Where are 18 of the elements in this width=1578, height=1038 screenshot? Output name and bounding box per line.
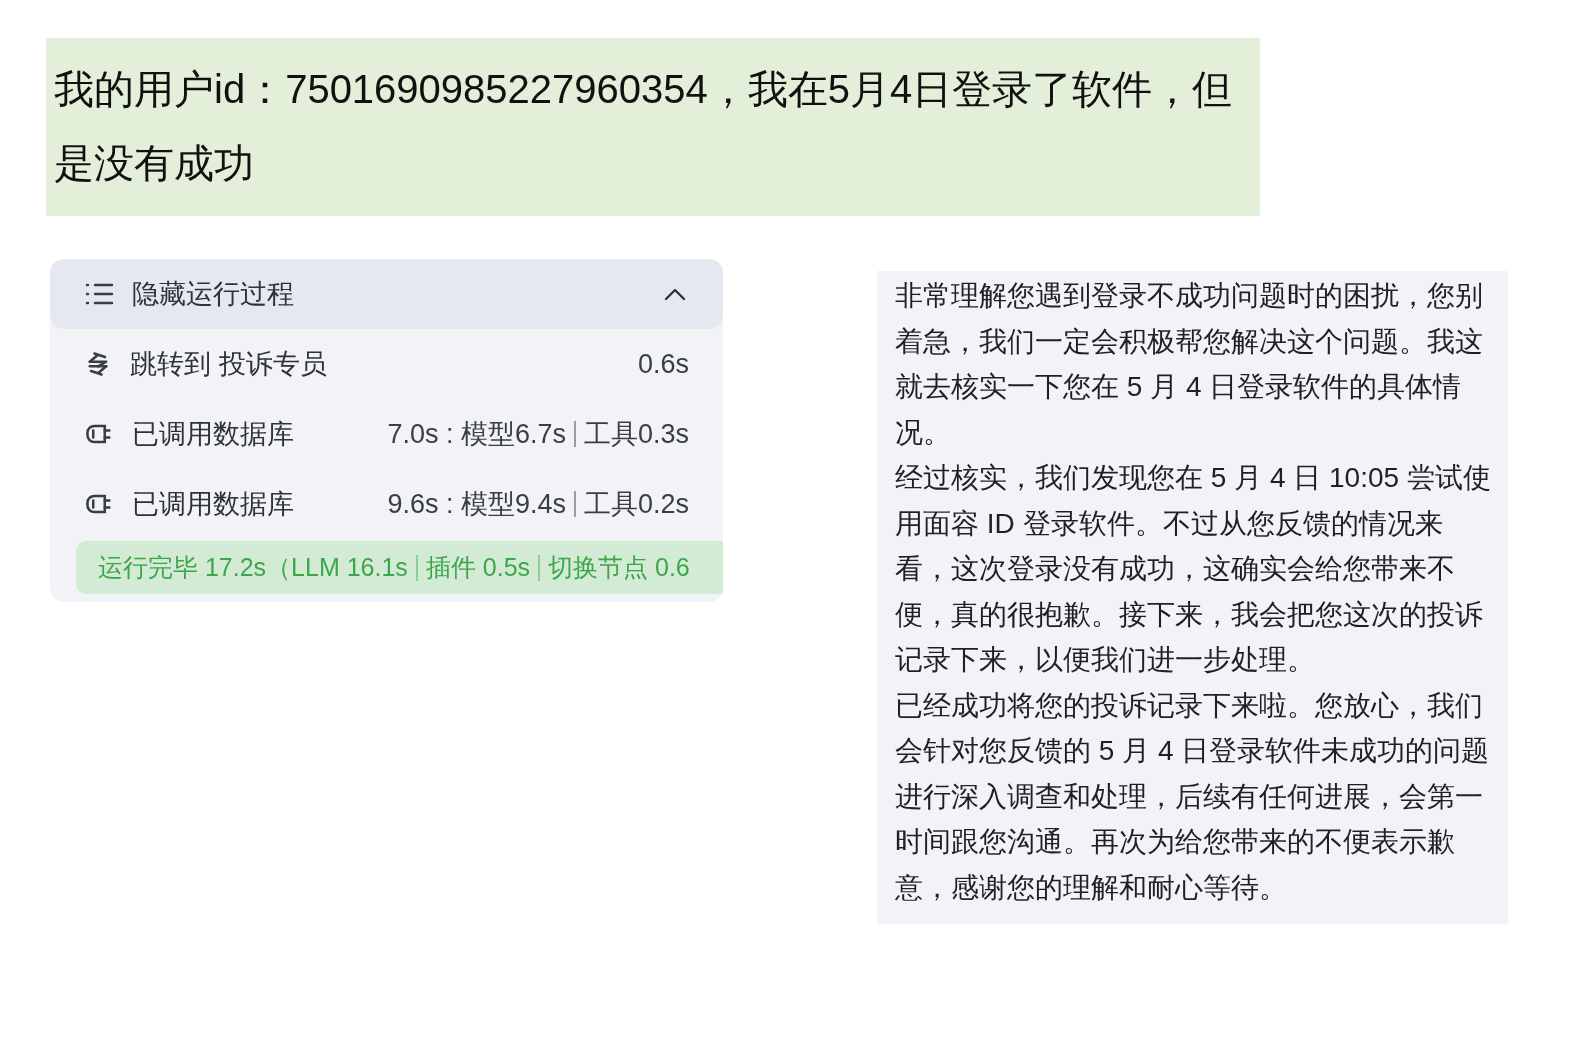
step-label: 跳转到 投诉专员	[130, 347, 327, 381]
step-label: 已调用数据库	[132, 417, 294, 451]
user-message: 我的用户id：7501690985227960354，我在5月4日登录了软件，但是没有成功	[54, 66, 1234, 187]
step-timing: 工具0.3s	[583, 417, 689, 451]
step-timing: 7.0s : 模型6.7s	[387, 417, 566, 451]
reply-paragraph: 非常理解您遇到登录不成功问题时的困扰，您别着急，我们一定会积极帮您解决这个问题。我这就去核实一下您在 5 月 4 日登录软件的具体情况。	[895, 279, 1484, 450]
step-label: 已调用数据库	[132, 487, 294, 521]
reply-paragraph: 经过核实，我们发现您在 5 月 4 日 10:05 尝试使用面容 ID 登录软件。不过从您反馈的情况来看，这次登录没有成功，这确实会给您带来不便，真的很抱歉。接下来，我会把您这次的投诉记录下来，以便我们进一步处理。	[895, 461, 1492, 677]
step-timing: 9.6s : 模型9.4s	[387, 487, 566, 521]
step-timing: 0.6s	[637, 347, 689, 381]
step-timing: 工具0.2s	[583, 487, 689, 521]
process-toggle[interactable]: 隐藏运行过程	[50, 259, 723, 329]
list-icon	[84, 281, 114, 307]
chevron-icon	[663, 287, 687, 301]
status-text: 运行完毕 17.2s（LLM 16.1s	[98, 551, 408, 583]
status-text: 插件 0.5s	[425, 551, 531, 583]
status-text: 切换节点 0.6	[548, 551, 690, 583]
reply-paragraph: 已经成功将您的投诉记录下来啦。您放心，我们会针对您反馈的 5 月 4 日登录软件未成功的问题进行深入调查和处理，后续有任何进展，会第一时间跟您沟通。再次为给您带来的不便表示歉意，感谢您的理解和耐心等待。	[895, 688, 1491, 905]
